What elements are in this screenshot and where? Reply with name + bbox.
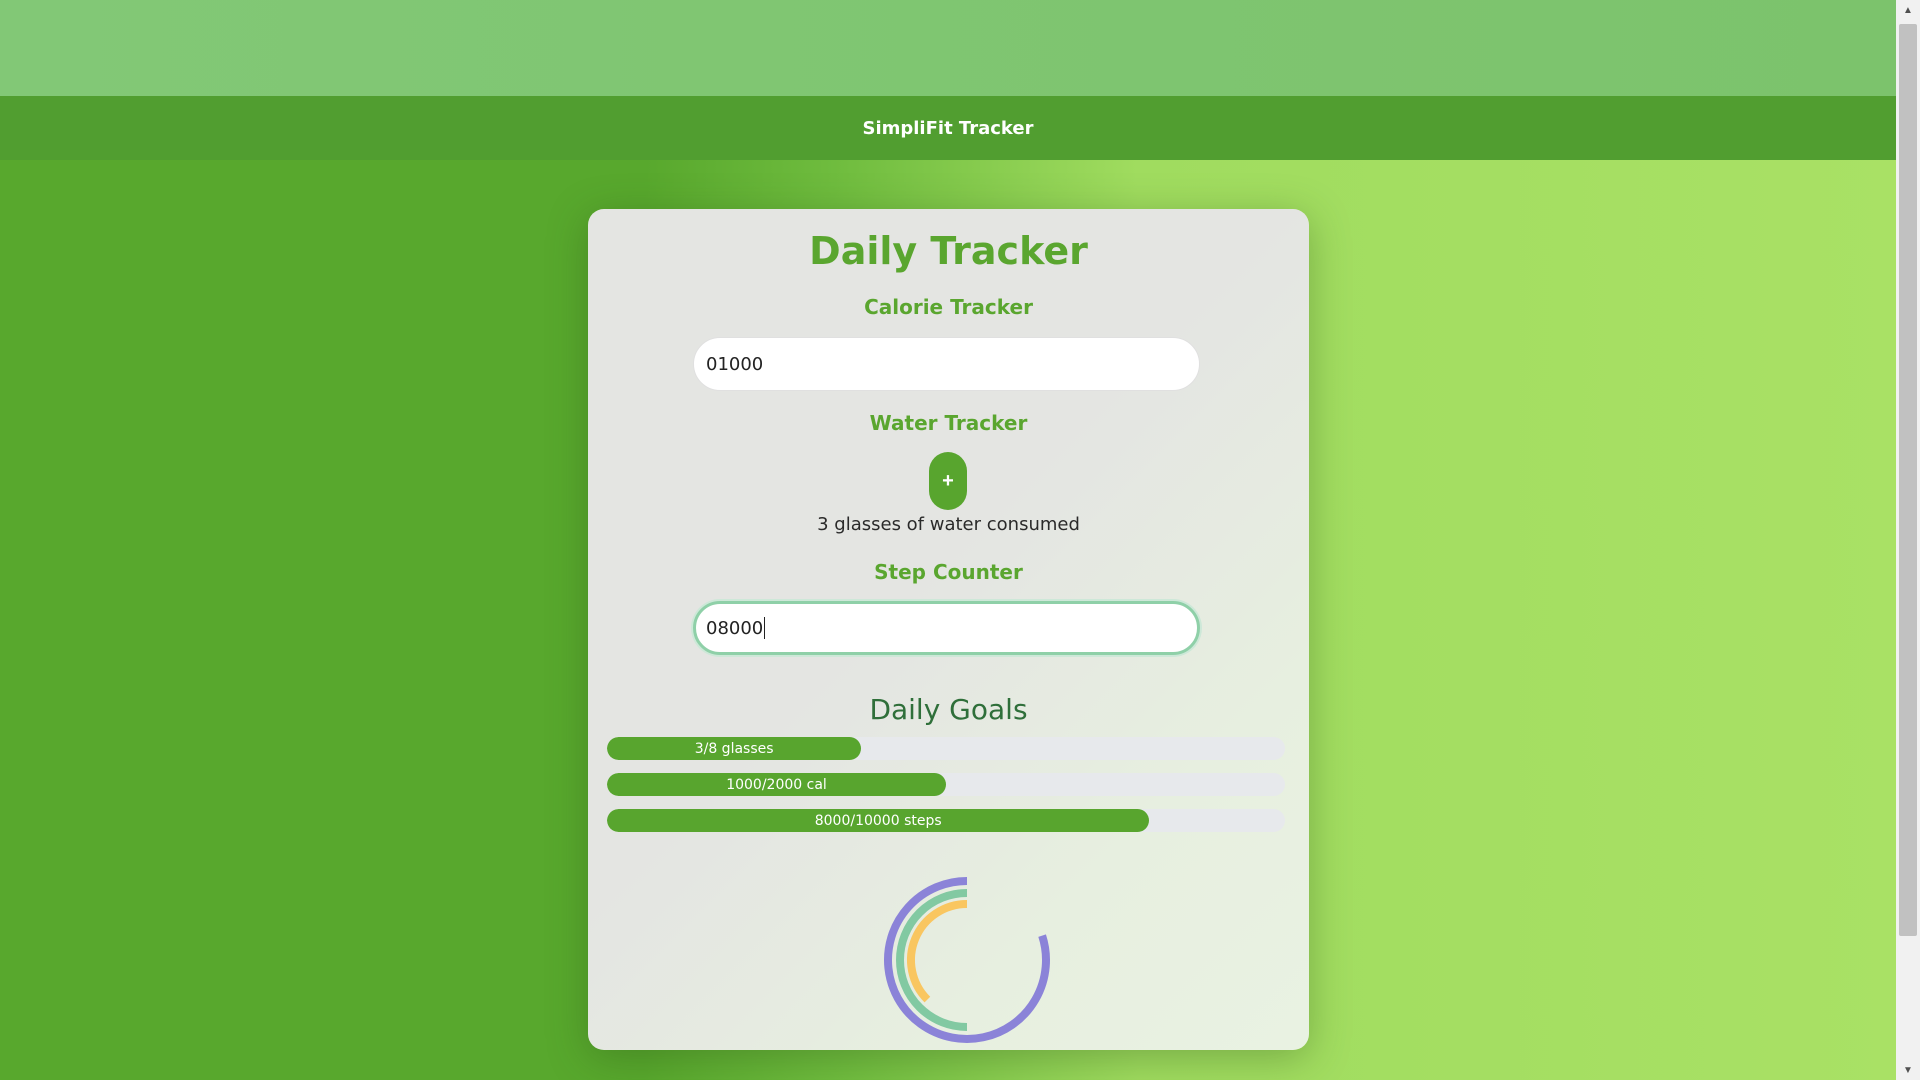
scroll-up-arrow-icon[interactable]: ▲ bbox=[1896, 0, 1920, 20]
text-caret bbox=[764, 617, 766, 639]
top-band bbox=[0, 0, 1896, 96]
page-background: SimpliFit Tracker Daily Tracker Calorie … bbox=[0, 0, 1896, 1080]
step-section-title: Step Counter bbox=[874, 560, 1023, 584]
water-goal-fill: 3/8 glasses bbox=[607, 737, 862, 760]
water-goal-bar: 3/8 glasses bbox=[607, 737, 1285, 760]
steps-goal-label: 8000/10000 steps bbox=[814, 812, 942, 829]
calorie-goal-fill: 1000/2000 cal bbox=[607, 773, 946, 796]
add-water-button[interactable]: + bbox=[929, 452, 967, 510]
tracker-card: Daily Tracker Calorie Tracker 01000 Wate… bbox=[588, 209, 1309, 1050]
step-input-value: 08000 bbox=[706, 617, 764, 639]
water-section-title: Water Tracker bbox=[869, 411, 1028, 435]
calorie-section-title: Calorie Tracker bbox=[864, 295, 1033, 319]
progress-ring-chart bbox=[884, 877, 1050, 1043]
card-title: Daily Tracker bbox=[809, 229, 1088, 273]
water-status-text: 3 glasses of water consumed bbox=[817, 514, 1080, 535]
daily-goals-title: Daily Goals bbox=[869, 693, 1028, 726]
steps-goal-bar: 8000/10000 steps bbox=[607, 809, 1285, 832]
steps-goal-fill: 8000/10000 steps bbox=[607, 809, 1150, 832]
vertical-scrollbar[interactable]: ▲ ▼ bbox=[1896, 0, 1920, 1080]
step-input[interactable]: 08000 bbox=[693, 601, 1200, 655]
navbar: SimpliFit Tracker bbox=[0, 96, 1896, 160]
calorie-input-value: 01000 bbox=[706, 353, 764, 375]
calorie-goal-bar: 1000/2000 cal bbox=[607, 773, 1285, 796]
scrollbar-thumb[interactable] bbox=[1899, 24, 1917, 936]
calorie-input[interactable]: 01000 bbox=[693, 337, 1200, 391]
calorie-goal-label: 1000/2000 cal bbox=[726, 776, 827, 793]
brand-title[interactable]: SimpliFit Tracker bbox=[862, 118, 1033, 139]
water-goal-label: 3/8 glasses bbox=[694, 740, 774, 757]
scroll-down-arrow-icon[interactable]: ▼ bbox=[1896, 1060, 1920, 1080]
